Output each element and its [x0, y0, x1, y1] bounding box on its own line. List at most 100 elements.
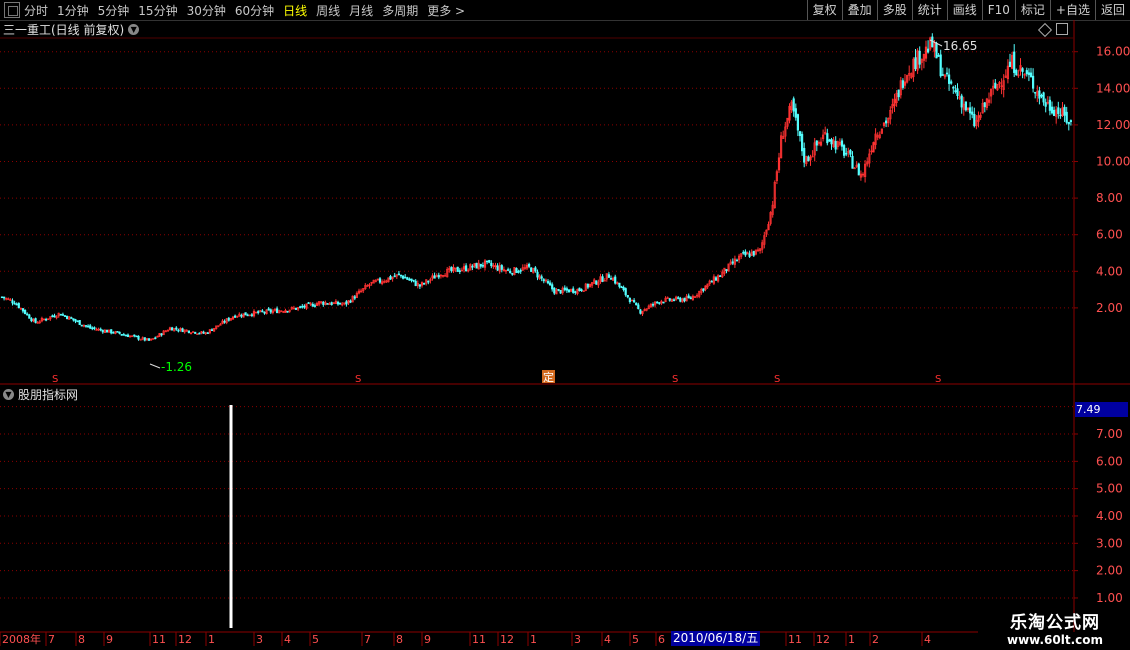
candle-body — [517, 271, 520, 273]
candle-body — [536, 271, 539, 278]
candle-body — [307, 302, 310, 304]
candle-body — [540, 276, 543, 279]
candle-body — [154, 337, 157, 340]
watermark-url: www.60lt.com — [1006, 633, 1104, 647]
candle-body — [246, 314, 249, 317]
candle-body — [1053, 109, 1056, 116]
candle-body — [13, 302, 16, 305]
candle-body — [842, 145, 846, 156]
candle-body — [301, 305, 304, 308]
candle-body — [30, 318, 33, 322]
candle-body — [1015, 69, 1018, 76]
candle-body — [828, 139, 831, 142]
candle-body — [884, 120, 888, 124]
candle-body — [345, 301, 348, 305]
candle-body — [624, 288, 627, 296]
candle-body — [679, 297, 682, 302]
candle-body — [635, 302, 638, 306]
candle-body — [748, 253, 751, 257]
candle-body — [257, 311, 260, 314]
candle-body — [851, 155, 854, 169]
candle-body — [15, 303, 18, 306]
candle-body — [973, 113, 976, 127]
candle-body — [177, 329, 180, 332]
candle-body — [637, 304, 640, 310]
kline-chart[interactable]: 16.0014.0012.0010.008.006.004.002.0016.6… — [0, 0, 1130, 650]
candle-body — [651, 304, 655, 306]
candle-body — [84, 325, 88, 327]
candle-body — [1034, 91, 1037, 94]
candle-body — [198, 332, 201, 335]
candle-body — [322, 301, 325, 305]
candle-body — [1042, 92, 1045, 103]
candle-body — [849, 149, 852, 155]
candle-body — [412, 279, 415, 282]
candle-body — [418, 284, 422, 287]
candle-body — [515, 268, 518, 273]
candle-body — [269, 309, 272, 313]
candle-body — [1029, 72, 1033, 78]
candle-body — [433, 275, 436, 279]
indicator-axis-label: 6.00 — [1096, 454, 1123, 468]
candle-body — [901, 80, 904, 88]
candle-body — [1067, 122, 1070, 125]
candle-body — [401, 275, 405, 279]
candle-body — [618, 282, 621, 287]
candle-body — [798, 131, 802, 136]
candle-body — [286, 310, 289, 313]
date-label: 6 — [658, 633, 665, 646]
candle-body — [954, 90, 957, 92]
candle-body — [628, 298, 631, 303]
candle-body — [815, 140, 818, 146]
candle-body — [0, 296, 4, 299]
date-label: 12 — [178, 633, 192, 646]
candle-body — [994, 82, 997, 89]
candle-body — [202, 331, 205, 334]
date-label: 1 — [530, 633, 537, 646]
candle-body — [223, 320, 226, 323]
price-axis-label: 14.00 — [1096, 81, 1130, 95]
candle-body — [122, 334, 125, 336]
candle-body — [683, 297, 686, 302]
price-axis-label: 16.00 — [1096, 45, 1130, 59]
candle-body — [2, 296, 6, 299]
split-marker: S — [672, 374, 678, 385]
candle-body — [563, 287, 566, 291]
candle-body — [1013, 51, 1016, 73]
candle-body — [752, 250, 755, 256]
candle-body — [485, 260, 489, 263]
candle-body — [139, 338, 142, 341]
candle-body — [393, 275, 396, 278]
candle-body — [116, 331, 119, 333]
candle-body — [80, 324, 83, 327]
candle-body — [479, 263, 482, 267]
candle-body — [794, 108, 797, 118]
candle-body — [101, 329, 104, 333]
candle-body — [427, 280, 430, 283]
candle-body — [475, 262, 478, 269]
candle-body — [567, 289, 571, 293]
candle-body — [725, 269, 728, 271]
split-marker: S — [52, 374, 58, 385]
candle-body — [1048, 99, 1051, 111]
indicator-axis-label: 3.00 — [1096, 536, 1123, 550]
candle-body — [840, 140, 844, 147]
price-axis-label: 2.00 — [1096, 301, 1123, 315]
date-label: 5 — [312, 633, 319, 646]
candle-body — [210, 329, 214, 332]
candle-body — [511, 272, 514, 275]
candle-body — [950, 81, 953, 84]
candle-body — [72, 318, 75, 321]
date-label: 4 — [604, 633, 611, 646]
date-label: 4 — [284, 633, 291, 646]
candle-body — [960, 95, 963, 108]
candle-body — [534, 267, 537, 272]
candle-body — [91, 327, 94, 330]
candle-body — [61, 314, 64, 316]
candle-body — [143, 337, 146, 341]
candle-body — [971, 111, 974, 115]
split-marker: S — [935, 374, 941, 385]
indicator-current-value: 7.49 — [1075, 402, 1128, 417]
candle-body — [378, 278, 382, 283]
candle-body — [677, 297, 680, 299]
